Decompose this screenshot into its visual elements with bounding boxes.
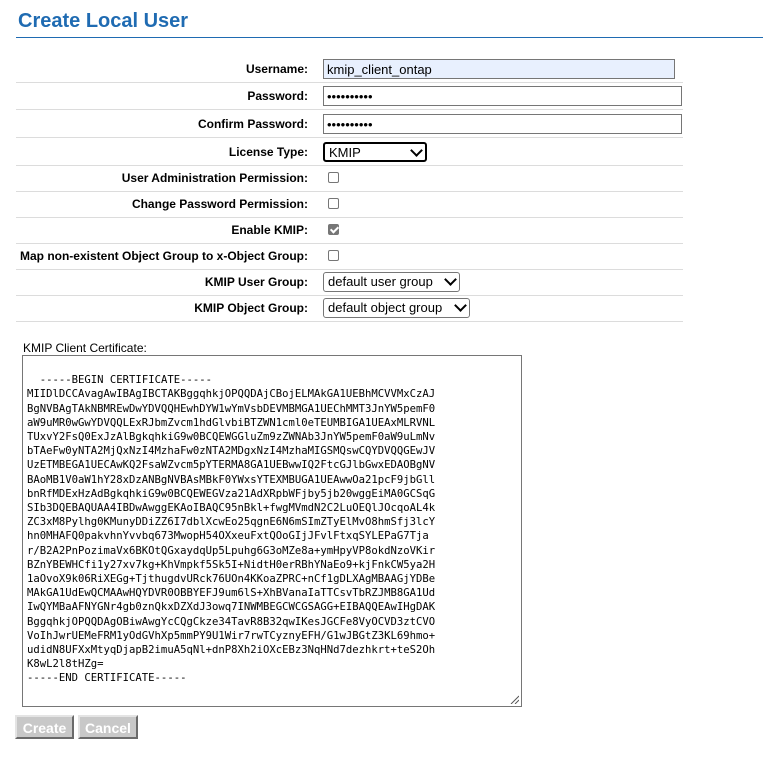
title-divider (16, 37, 763, 38)
chevron-down-icon (454, 299, 467, 312)
create-button[interactable]: Create (15, 715, 74, 739)
change-password-permission-label: Change Password Permission: (131, 197, 308, 211)
password-input[interactable] (323, 86, 682, 106)
confirm-password-label: Confirm Password: (197, 117, 308, 131)
enable-kmip-checkbox[interactable] (328, 224, 339, 235)
change-password-permission-row: Change Password Permission: (16, 191, 683, 218)
kmip-user-group-select[interactable]: default user group (323, 272, 460, 292)
confirm-password-row: Confirm Password: (16, 111, 683, 138)
map-object-group-row: Map non-existent Object Group to x-Objec… (16, 243, 683, 270)
resize-grip-icon[interactable] (509, 694, 519, 704)
kmip-user-group-row: KMIP User Group: default user group (16, 269, 683, 296)
certificate-textarea[interactable]: -----BEGIN CERTIFICATE----- MIIDlDCCAvag… (22, 355, 522, 707)
password-label: Password: (247, 89, 308, 103)
kmip-user-group-value: default user group (328, 274, 433, 289)
username-label: Username: (245, 62, 308, 76)
kmip-object-group-value: default object group (328, 300, 443, 315)
chevron-down-icon (444, 273, 457, 286)
confirm-password-input[interactable] (323, 114, 682, 134)
user-admin-permission-label: User Administration Permission: (121, 171, 308, 185)
kmip-user-group-label: KMIP User Group: (204, 275, 308, 289)
kmip-object-group-select[interactable]: default object group (323, 298, 470, 318)
enable-kmip-row: Enable KMIP: (16, 217, 683, 244)
kmip-object-group-row: KMIP Object Group: default object group (16, 295, 683, 322)
license-type-value: KMIP (329, 145, 361, 160)
change-password-permission-checkbox[interactable] (328, 198, 339, 209)
map-object-group-label: Map non-existent Object Group to x-Objec… (19, 249, 308, 263)
page-title: Create Local User (18, 10, 189, 32)
username-input[interactable] (323, 59, 675, 79)
license-type-label: License Type: (228, 145, 308, 159)
username-row: Username: (16, 56, 683, 83)
certificate-label: KMIP Client Certificate: (23, 341, 147, 355)
certificate-text: -----BEGIN CERTIFICATE----- MIIDlDCCAvag… (27, 374, 436, 685)
map-object-group-checkbox[interactable] (328, 250, 339, 261)
cancel-button[interactable]: Cancel (78, 715, 138, 739)
user-admin-permission-checkbox[interactable] (328, 172, 339, 183)
license-type-row: License Type: KMIP (16, 139, 683, 166)
kmip-object-group-label: KMIP Object Group: (194, 301, 308, 315)
user-admin-permission-row: User Administration Permission: (16, 165, 683, 192)
chevron-down-icon (410, 144, 423, 157)
password-row: Password: (16, 83, 683, 110)
license-type-select[interactable]: KMIP (323, 142, 427, 162)
enable-kmip-label: Enable KMIP: (231, 223, 308, 237)
